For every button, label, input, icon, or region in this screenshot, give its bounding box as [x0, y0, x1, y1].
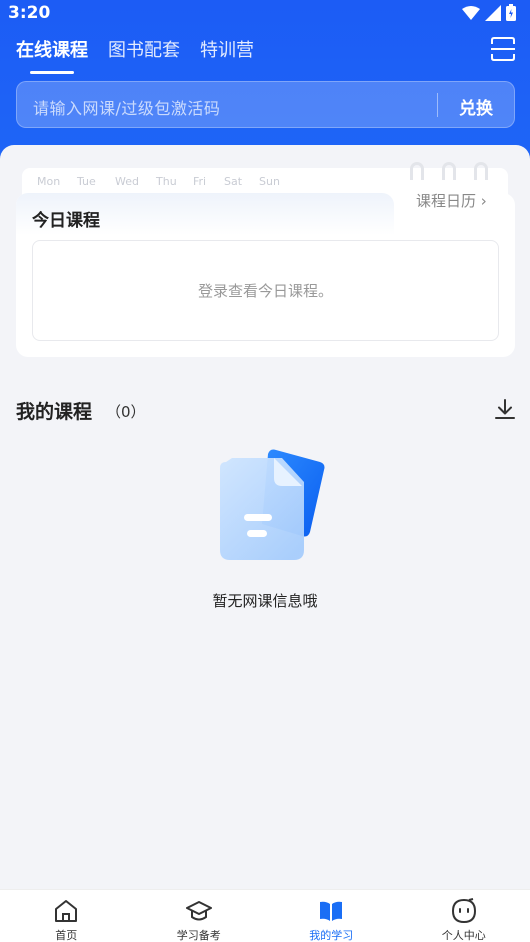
- nav-label: 我的学习: [309, 929, 354, 942]
- login-prompt: 登录查看今日课程。: [197, 282, 333, 300]
- weekday-label: Mon: [37, 175, 61, 188]
- status-bar: 3:20: [0, 0, 530, 26]
- ring-decoration: [442, 162, 456, 180]
- tab-book-companion[interactable]: 图书配套: [108, 36, 180, 62]
- weekday-label: Thu: [156, 175, 177, 188]
- nav-item-study-prep[interactable]: 学习备考: [133, 890, 266, 942]
- activation-code-search: 请输入网课/过级包激活码 兑换: [16, 81, 515, 128]
- weekday-label: Wed: [115, 175, 139, 188]
- nav-label: 首页: [55, 929, 78, 942]
- activation-code-input[interactable]: 请输入网课/过级包激活码: [33, 95, 220, 119]
- ring-decoration: [410, 162, 424, 180]
- weekday-label: Tue: [77, 175, 96, 188]
- download-icon[interactable]: [494, 398, 516, 420]
- main-content: Mon Tue Wed Thu Fri Sat Sun 课程日历 › 今日课程 …: [0, 145, 530, 890]
- course-calendar-link[interactable]: 课程日历 ›: [416, 190, 487, 211]
- my-courses-title: 我的课程: [16, 401, 93, 423]
- home-icon: [55, 900, 78, 922]
- empty-document-icon: [220, 449, 325, 560]
- today-courses-box[interactable]: 登录查看今日课程。: [32, 240, 499, 341]
- nav-item-my-learning[interactable]: 我的学习: [265, 890, 398, 942]
- today-courses-card: Mon Tue Wed Thu Fri Sat Sun 课程日历 › 今日课程 …: [16, 162, 515, 357]
- weekday-label: Sat: [224, 175, 243, 188]
- divider: [437, 93, 438, 117]
- course-tabs: 在线课程 图书配套 特训营: [16, 36, 254, 74]
- nav-item-home[interactable]: 首页: [0, 890, 133, 942]
- status-icons: [462, 4, 516, 21]
- book-icon: [320, 901, 343, 921]
- status-time: 3:20: [8, 3, 51, 23]
- battery-icon: [506, 4, 516, 21]
- empty-state-message: 暂无网课信息哦: [212, 592, 318, 610]
- scan-icon[interactable]: [490, 36, 516, 62]
- signal-icon: [485, 4, 501, 21]
- profile-face-icon: [451, 898, 476, 924]
- my-courses-count: （0）: [106, 403, 146, 421]
- nav-label: 学习备考: [176, 929, 221, 942]
- today-courses-title: 今日课程: [32, 211, 100, 231]
- weekday-label: Fri: [193, 175, 207, 188]
- tab-online-courses[interactable]: 在线课程: [16, 36, 88, 74]
- tab-training-camp[interactable]: 特训营: [200, 36, 254, 62]
- nav-item-profile[interactable]: 个人中心: [398, 890, 530, 942]
- graduation-cap-icon: [185, 901, 212, 921]
- redeem-button[interactable]: 兑换: [459, 94, 493, 119]
- nav-label: 个人中心: [441, 929, 486, 942]
- ring-decoration: [474, 162, 488, 180]
- bottom-navigation: 首页 学习备考 我的学习 个人中心: [0, 889, 530, 942]
- weekday-label: Sun: [259, 175, 280, 188]
- calendar-rings: [410, 162, 488, 180]
- wifi-icon: [462, 5, 480, 20]
